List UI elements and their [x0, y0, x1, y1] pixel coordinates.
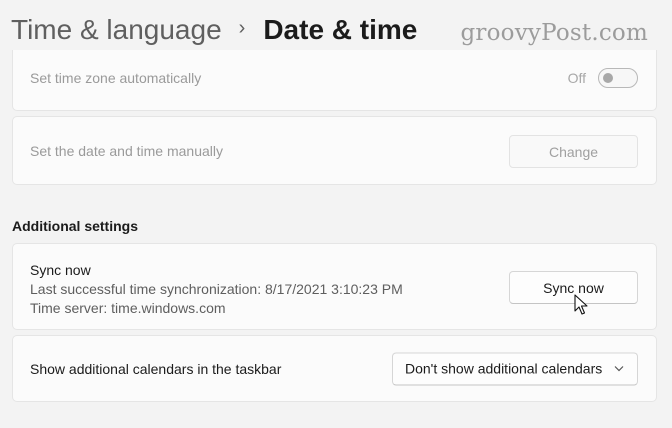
breadcrumb-separator-icon: › — [238, 16, 246, 39]
last-sync-text: Last successful time synchronization: 8/… — [30, 281, 403, 297]
time-zone-auto-label: Set time zone automatically — [30, 70, 202, 86]
time-zone-auto-toggle-group: Off — [568, 68, 638, 88]
page-title: Date & time — [263, 14, 418, 45]
breadcrumb-parent[interactable]: Time & language — [11, 14, 222, 46]
calendars-label: Show additional calendars in the taskbar — [30, 360, 282, 377]
time-zone-auto-toggle[interactable] — [598, 68, 638, 88]
mouse-pointer-icon — [574, 294, 588, 315]
calendars-card: Show additional calendars in the taskbar… — [12, 335, 657, 402]
manual-datetime-card: Set the date and time manually Change — [12, 116, 657, 185]
time-zone-auto-card: Set time zone automatically Off — [12, 50, 657, 111]
toggle-knob — [603, 73, 613, 83]
breadcrumb: Time & language › Date & time — [11, 10, 417, 50]
sync-card: Sync now Last successful time synchroniz… — [12, 243, 657, 330]
sync-title: Sync now — [30, 262, 91, 278]
section-heading: Additional settings — [12, 218, 138, 234]
calendars-dropdown-value: Don't show additional calendars — [405, 360, 603, 377]
watermark: groovyPost.com — [460, 20, 648, 46]
manual-datetime-label: Set the date and time manually — [30, 142, 224, 159]
calendars-dropdown[interactable]: Don't show additional calendars — [392, 352, 638, 385]
time-zone-auto-state: Off — [567, 70, 586, 86]
change-button[interactable]: Change — [509, 135, 638, 168]
sync-text: Sync now Last successful time synchroniz… — [30, 261, 403, 318]
time-server-text: Time server: time.windows.com — [30, 300, 226, 316]
chevron-down-icon — [613, 363, 625, 375]
